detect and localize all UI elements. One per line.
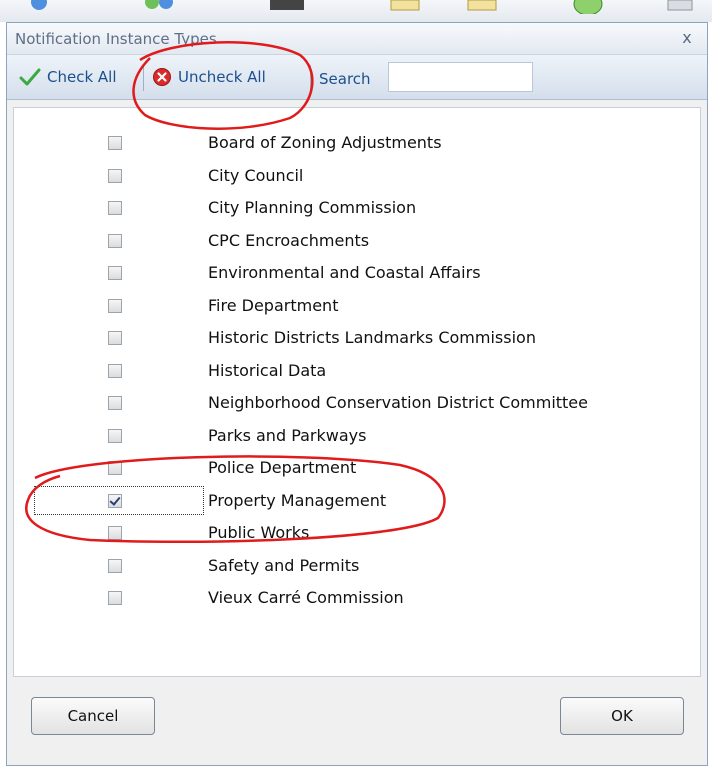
check-all-button[interactable]: Check All	[19, 63, 117, 91]
item-label: Fire Department	[208, 295, 339, 315]
list-item[interactable]: Vieux Carré Commission	[14, 581, 700, 614]
cancel-button[interactable]: Cancel	[31, 697, 155, 735]
compass-icon	[573, 0, 603, 14]
notification-types-list: Board of Zoning Adjustments City Council C…	[13, 107, 701, 677]
list-item[interactable]: Board of Zoning Adjustments	[14, 126, 700, 159]
item-checkbox[interactable]	[108, 298, 122, 313]
list-item[interactable]: Neighborhood Conservation District Commi…	[14, 386, 700, 419]
item-checkbox[interactable]	[108, 266, 122, 280]
item-checkbox[interactable]	[108, 331, 122, 345]
item-label: Vieux Carré Commission	[208, 588, 404, 607]
item-label: Parks and Parkways	[208, 425, 367, 445]
list-item[interactable]: Property Management	[14, 484, 700, 517]
list-item[interactable]: Public Works	[14, 516, 700, 549]
item-label: Historical Data	[208, 360, 327, 380]
list-item[interactable]: Fire Department	[14, 289, 700, 322]
settings-icon	[667, 0, 693, 11]
toolbar-divider	[310, 65, 311, 91]
list-item[interactable]: Safety and Permits	[14, 549, 700, 582]
item-label: Public Works	[208, 523, 310, 542]
folder-icon	[390, 0, 420, 11]
item-checkbox[interactable]	[108, 201, 122, 215]
item-checkbox[interactable]	[108, 526, 122, 540]
item-label: Environmental and Coastal Affairs	[208, 263, 481, 282]
list-item[interactable]: Historic Districts Landmarks Commission	[14, 321, 700, 354]
item-label: Neighborhood Conservation District Commi…	[208, 393, 588, 412]
item-checkbox[interactable]	[108, 591, 122, 605]
list-item[interactable]: City Planning Commission	[14, 191, 700, 224]
list-item[interactable]: Police Department	[14, 451, 700, 484]
dialog-title: Notification Instance Types	[15, 30, 217, 48]
list-item[interactable]: CPC Encroachments	[14, 224, 700, 257]
green-checkmark-icon	[19, 68, 41, 86]
folder-icon	[467, 0, 497, 11]
list-item[interactable]: City Council	[14, 159, 700, 192]
item-checkbox[interactable]	[108, 558, 122, 573]
item-checkbox[interactable]	[108, 233, 122, 248]
item-label: Board of Zoning Adjustments	[208, 133, 442, 152]
close-icon[interactable]: x	[677, 27, 697, 49]
search-input[interactable]	[388, 62, 533, 92]
check-all-label: Check All	[47, 68, 117, 86]
item-label: Property Management	[208, 490, 387, 510]
dialog-titlebar: Notification Instance Types x	[7, 23, 707, 55]
item-label: Police Department	[208, 458, 357, 477]
item-checkbox[interactable]	[108, 363, 122, 378]
list-item[interactable]: Environmental and Coastal Affairs	[14, 256, 700, 289]
background-app-toolbar	[0, 0, 712, 22]
list-item[interactable]: Historical Data	[14, 354, 700, 387]
item-checkbox[interactable]	[108, 168, 122, 183]
users-icon	[145, 0, 173, 9]
item-checkbox[interactable]	[108, 396, 122, 410]
item-label: CPC Encroachments	[208, 230, 370, 250]
globe-icon	[31, 0, 47, 10]
printer-icon	[270, 0, 304, 10]
notification-types-dialog: Notification Instance Types x Check All …	[6, 22, 708, 766]
item-checkbox[interactable]	[108, 428, 122, 443]
red-x-circle-icon	[153, 68, 171, 86]
uncheck-all-label: Uncheck All	[178, 68, 266, 86]
item-label: Safety and Permits	[208, 555, 360, 575]
uncheck-all-button[interactable]: Uncheck All	[152, 63, 266, 91]
dialog-toolbar: Check All Uncheck All Search	[7, 55, 707, 100]
item-label: City Planning Commission	[208, 198, 417, 217]
item-checkbox[interactable]	[108, 136, 122, 150]
ok-button[interactable]: OK	[560, 697, 684, 735]
toolbar-divider	[143, 65, 144, 91]
list-item[interactable]: Parks and Parkways	[14, 419, 700, 452]
item-checkbox[interactable]	[108, 493, 122, 508]
item-label: City Council	[208, 165, 304, 185]
item-label: Historic Districts Landmarks Commission	[208, 328, 536, 347]
search-label: Search	[319, 70, 371, 88]
item-checkbox[interactable]	[108, 461, 122, 475]
